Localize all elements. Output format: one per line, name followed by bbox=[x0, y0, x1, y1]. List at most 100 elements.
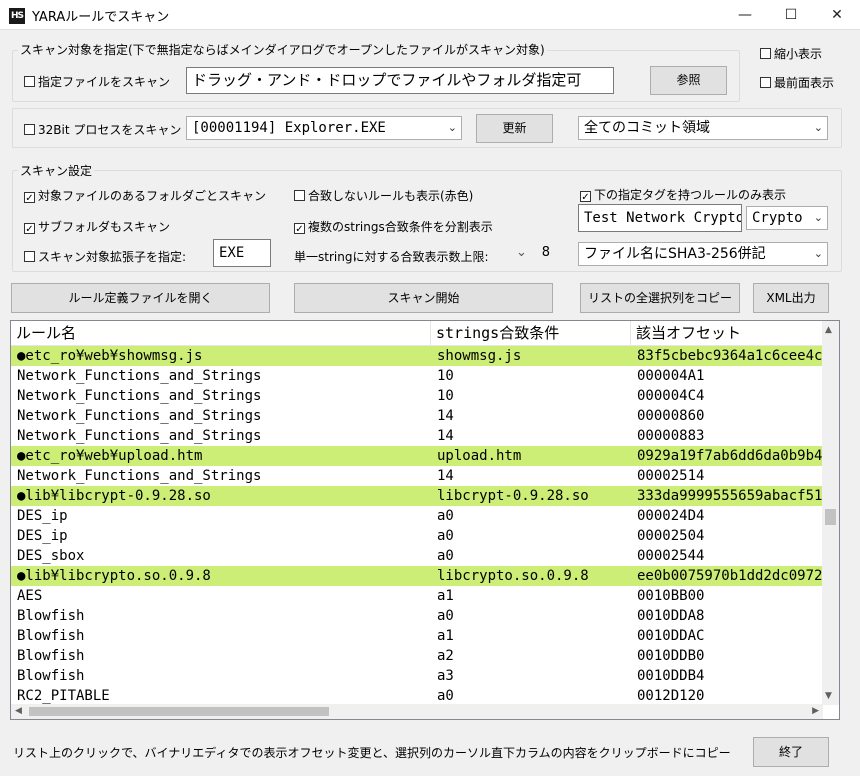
rule-name-cell: ●lib¥libcrypto.so.0.9.8 bbox=[17, 568, 211, 584]
table-row[interactable]: AES a1 0010BB00 bbox=[11, 586, 823, 606]
minimize-window-button[interactable]: — bbox=[722, 0, 768, 30]
vertical-scrollbar[interactable]: ▲ ▼ bbox=[822, 321, 839, 705]
start-scan-button[interactable]: スキャン開始 bbox=[294, 283, 553, 313]
split-strings-checkbox[interactable]: ✓ 複数のstrings合致条件を分割表示 bbox=[294, 218, 493, 235]
checkbox-box: ✓ bbox=[580, 191, 591, 203]
table-row[interactable]: Blowfish a0 0010DDA8 bbox=[11, 606, 823, 626]
column-header-rule-name[interactable]: ルール名 bbox=[11, 321, 431, 345]
strings-condition-cell: showmsg.js bbox=[437, 348, 522, 364]
rule-name-cell: Network_Functions_and_Strings bbox=[17, 368, 262, 384]
offset-cell: 00000883 bbox=[637, 428, 705, 444]
table-row[interactable]: ●lib¥libcrypto.so.0.9.8 libcrypto.so.0.9.… bbox=[11, 566, 823, 586]
checkbox-box: ✓ bbox=[24, 223, 35, 235]
column-header-offset[interactable]: 該当オフセット bbox=[631, 321, 823, 345]
table-row[interactable]: DES_ip a0 000024D4 bbox=[11, 506, 823, 526]
process-select-value: [00001194] Explorer.EXE bbox=[192, 120, 386, 136]
offset-cell: 00002514 bbox=[637, 468, 705, 484]
rule-name-cell: AES bbox=[17, 588, 43, 604]
scroll-down-icon[interactable]: ▼ bbox=[825, 691, 832, 701]
checkbox-box bbox=[760, 48, 771, 59]
extension-checkbox[interactable]: スキャン対象拡張子を指定: bbox=[24, 248, 186, 265]
table-row[interactable]: ●etc_ro¥web¥showmsg.js showmsg.js 83f5cbeb… bbox=[11, 346, 823, 366]
process-select[interactable]: [00001194] Explorer.EXE ⌄ bbox=[186, 116, 462, 140]
list-header: ルール名 strings合致条件 該当オフセット bbox=[11, 321, 823, 346]
offset-cell: ee0b0075970b1dd2dc0972b bbox=[637, 568, 823, 584]
results-list[interactable]: ルール名 strings合致条件 該当オフセット ●etc_ro¥web¥sho… bbox=[10, 320, 840, 720]
table-row[interactable]: Network_Functions_and_Strings 10 000004C4 bbox=[11, 386, 823, 406]
table-row[interactable]: ●etc_ro¥web¥upload.htm upload.htm 0929a19f… bbox=[11, 446, 823, 466]
process-scan-checkbox[interactable]: 32Bit プロセスをスキャン bbox=[24, 121, 181, 138]
table-row[interactable]: RC2_PITABLE a0 0012D120 bbox=[11, 686, 823, 706]
strings-condition-cell: 10 bbox=[437, 388, 454, 404]
vertical-scroll-thumb[interactable] bbox=[825, 509, 836, 525]
tag-filter-checkbox[interactable]: ✓ 下の指定タグを持つルールのみ表示 bbox=[580, 186, 786, 203]
offset-cell: 00002504 bbox=[637, 528, 705, 544]
horizontal-scroll-thumb[interactable] bbox=[29, 707, 329, 716]
scroll-right-icon[interactable]: ▶ bbox=[812, 706, 819, 716]
file-path-input[interactable]: ドラッグ・アンド・ドロップでファイルやフォルダ指定可 bbox=[186, 67, 614, 94]
scan-folder-checkbox[interactable]: ✓ 対象ファイルのあるフォルダごとスキャン bbox=[24, 187, 266, 204]
table-row[interactable]: Network_Functions_and_Strings 14 00002514 bbox=[11, 466, 823, 486]
strings-condition-cell: a0 bbox=[437, 548, 454, 564]
strings-condition-cell: a0 bbox=[437, 528, 454, 544]
table-row[interactable]: Network_Functions_and_Strings 14 00000883 bbox=[11, 426, 823, 446]
extension-input[interactable]: EXE bbox=[213, 239, 271, 267]
scan-folder-label: 対象ファイルのあるフォルダごとスキャン bbox=[38, 189, 267, 203]
table-row[interactable]: ●lib¥libcrypt-0.9.28.so libcrypt-0.9.28.s… bbox=[11, 486, 823, 506]
rule-name-cell: Blowfish bbox=[17, 608, 85, 624]
always-on-top-label: 最前面表示 bbox=[774, 76, 835, 90]
table-row[interactable]: Network_Functions_and_Strings 10 000004A1 bbox=[11, 366, 823, 386]
table-row[interactable]: Network_Functions_and_Strings 14 00000860 bbox=[11, 406, 823, 426]
table-row[interactable]: Blowfish a3 0010DDB4 bbox=[11, 666, 823, 686]
offset-cell: 0010BB00 bbox=[637, 588, 705, 604]
list-rows: ●etc_ro¥web¥showmsg.js showmsg.js 83f5cbeb… bbox=[11, 346, 823, 719]
strings-condition-cell: 14 bbox=[437, 428, 454, 444]
rule-name-cell: DES_ip bbox=[17, 528, 68, 544]
table-row[interactable]: Blowfish a1 0010DDAC bbox=[11, 626, 823, 646]
memory-region-select[interactable]: 全てのコミット領域 ⌄ bbox=[578, 116, 828, 140]
subfolder-checkbox[interactable]: ✓ サブフォルダもスキャン bbox=[24, 218, 170, 235]
tags-input[interactable]: Test Network Crypto bbox=[578, 204, 742, 232]
offset-cell: 0010DDB4 bbox=[637, 668, 705, 684]
checkbox-box bbox=[760, 77, 771, 88]
compact-view-checkbox[interactable]: 縮小表示 bbox=[760, 45, 822, 62]
chevron-down-icon: ⌄ bbox=[813, 211, 823, 224]
xml-output-button[interactable]: XML出力 bbox=[753, 283, 829, 313]
strings-condition-cell: 14 bbox=[437, 468, 454, 484]
scan-settings-group-title: スキャン設定 bbox=[18, 162, 95, 179]
always-on-top-checkbox[interactable]: 最前面表示 bbox=[760, 74, 834, 91]
offset-cell: 0929a19f7ab6dd6da0b9b4b bbox=[637, 448, 823, 464]
rule-name-cell: Network_Functions_and_Strings bbox=[17, 428, 262, 444]
browse-button[interactable]: 参照 bbox=[650, 66, 727, 95]
horizontal-scrollbar[interactable]: ◀ ▶ bbox=[11, 704, 823, 719]
maximize-window-button[interactable]: ☐ bbox=[768, 0, 814, 30]
open-rules-button[interactable]: ルール定義ファイルを開く bbox=[11, 283, 270, 313]
show-unmatched-checkbox[interactable]: 合致しないルールも表示(赤色) bbox=[294, 187, 473, 204]
column-header-strings-condition[interactable]: strings合致条件 bbox=[431, 321, 631, 345]
specified-file-checkbox[interactable]: 指定ファイルをスキャン bbox=[24, 73, 170, 90]
checkbox-box bbox=[24, 251, 35, 262]
app-icon: HS bbox=[9, 8, 25, 24]
scroll-up-icon[interactable]: ▲ bbox=[825, 325, 832, 335]
hash-option-value: ファイル名にSHA3-256併記 bbox=[584, 246, 766, 262]
offset-cell: 333da9999555659abacf51e bbox=[637, 488, 823, 504]
table-row[interactable]: DES_ip a0 00002504 bbox=[11, 526, 823, 546]
max-display-spinner[interactable]: ⌄ 8 bbox=[512, 241, 552, 265]
table-row[interactable]: DES_sbox a0 00002544 bbox=[11, 546, 823, 566]
refresh-button[interactable]: 更新 bbox=[476, 114, 553, 143]
exit-button[interactable]: 終了 bbox=[753, 737, 829, 767]
rule-name-cell: DES_sbox bbox=[17, 548, 85, 564]
strings-condition-cell: upload.htm bbox=[437, 448, 522, 464]
table-row[interactable]: Blowfish a2 0010DDB0 bbox=[11, 646, 823, 666]
strings-condition-cell: a1 bbox=[437, 588, 454, 604]
scroll-left-icon[interactable]: ◀ bbox=[15, 706, 22, 716]
hash-option-select[interactable]: ファイル名にSHA3-256併記 ⌄ bbox=[578, 242, 828, 266]
checkbox-box bbox=[24, 124, 35, 135]
copy-columns-button[interactable]: リストの全選択列をコピー bbox=[580, 283, 740, 313]
rule-name-cell: Network_Functions_and_Strings bbox=[17, 468, 262, 484]
close-window-button[interactable]: ✕ bbox=[814, 0, 860, 30]
specified-file-label: 指定ファイルをスキャン bbox=[38, 75, 171, 89]
checkbox-box bbox=[24, 76, 35, 87]
rule-name-cell: Blowfish bbox=[17, 628, 85, 644]
tag-select[interactable]: Crypto ⌄ bbox=[746, 206, 828, 230]
